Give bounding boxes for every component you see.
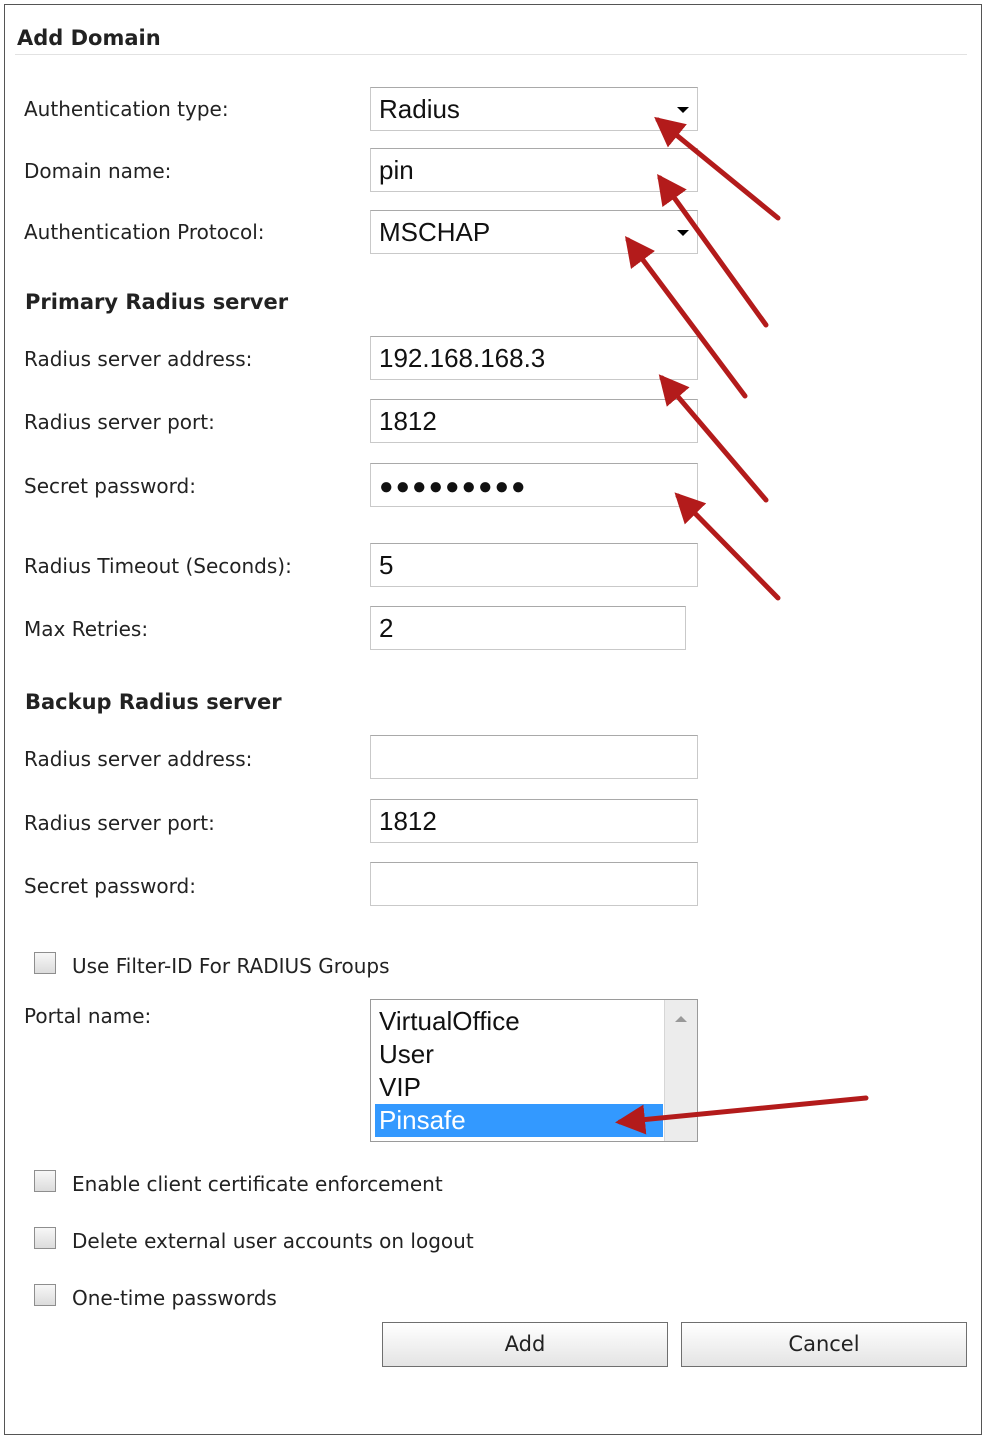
delete-accounts-checkbox[interactable] <box>34 1227 56 1249</box>
primary-section-heading: Primary Radius server <box>25 290 289 314</box>
page-title: Add Domain <box>17 26 161 50</box>
backup-port-value: 1812 <box>379 806 437 836</box>
otp-checkbox[interactable] <box>34 1284 56 1306</box>
domain-name-label: Domain name: <box>24 159 172 183</box>
chevron-down-icon <box>677 230 689 236</box>
primary-address-label: Radius server address: <box>24 347 253 371</box>
max-retries-input[interactable]: 2 <box>370 606 686 650</box>
cancel-button[interactable]: Cancel <box>681 1322 967 1367</box>
delete-accounts-label: Delete external user accounts on logout <box>72 1229 474 1253</box>
domain-name-value: pin <box>379 155 414 185</box>
primary-port-input[interactable]: 1812 <box>370 399 698 443</box>
portal-option[interactable]: VirtualOffice <box>375 1005 663 1038</box>
max-retries-label: Max Retries: <box>24 617 149 641</box>
portal-option[interactable]: VIP <box>375 1071 663 1104</box>
auth-protocol-select[interactable]: MSCHAP <box>370 210 698 254</box>
backup-port-input[interactable]: 1812 <box>370 799 698 843</box>
listbox-scrollbar[interactable] <box>664 1000 697 1141</box>
primary-port-label: Radius server port: <box>24 410 215 434</box>
client-cert-label: Enable client certificate enforcement <box>72 1172 443 1196</box>
backup-secret-input[interactable] <box>370 862 698 906</box>
max-retries-value: 2 <box>379 613 394 643</box>
primary-secret-input[interactable]: ●●●●●●●●● <box>370 463 698 507</box>
backup-port-label: Radius server port: <box>24 811 215 835</box>
auth-protocol-value: MSCHAP <box>379 217 491 247</box>
filter-id-checkbox[interactable] <box>34 952 56 974</box>
primary-secret-label: Secret password: <box>24 474 196 498</box>
portal-option-selected[interactable]: Pinsafe <box>375 1104 663 1137</box>
auth-type-select[interactable]: Radius <box>370 87 698 131</box>
scroll-up-icon[interactable] <box>675 1016 687 1022</box>
timeout-input[interactable]: 5 <box>370 543 698 587</box>
otp-label: One-time passwords <box>72 1286 277 1310</box>
chevron-down-icon <box>677 107 689 113</box>
primary-secret-value: ●●●●●●●●● <box>379 473 528 500</box>
auth-type-label: Authentication type: <box>24 97 229 121</box>
primary-port-value: 1812 <box>379 406 437 436</box>
domain-name-input[interactable]: pin <box>370 148 698 192</box>
backup-address-label: Radius server address: <box>24 747 253 771</box>
primary-address-input[interactable]: 192.168.168.3 <box>370 336 698 380</box>
backup-secret-label: Secret password: <box>24 874 196 898</box>
backup-address-input[interactable] <box>370 735 698 779</box>
portal-name-label: Portal name: <box>24 1004 152 1028</box>
backup-section-heading: Backup Radius server <box>25 690 282 714</box>
timeout-label: Radius Timeout (Seconds): <box>24 554 292 578</box>
title-divider <box>15 54 967 55</box>
filter-id-label: Use Filter-ID For RADIUS Groups <box>72 954 390 978</box>
client-cert-checkbox[interactable] <box>34 1170 56 1192</box>
primary-address-value: 192.168.168.3 <box>379 343 546 373</box>
add-button[interactable]: Add <box>382 1322 668 1367</box>
auth-type-value: Radius <box>379 94 460 124</box>
portal-option[interactable]: User <box>375 1038 663 1071</box>
timeout-value: 5 <box>379 550 394 580</box>
auth-protocol-label: Authentication Protocol: <box>24 220 265 244</box>
portal-name-listbox[interactable]: VirtualOffice User VIP Pinsafe <box>370 999 698 1142</box>
